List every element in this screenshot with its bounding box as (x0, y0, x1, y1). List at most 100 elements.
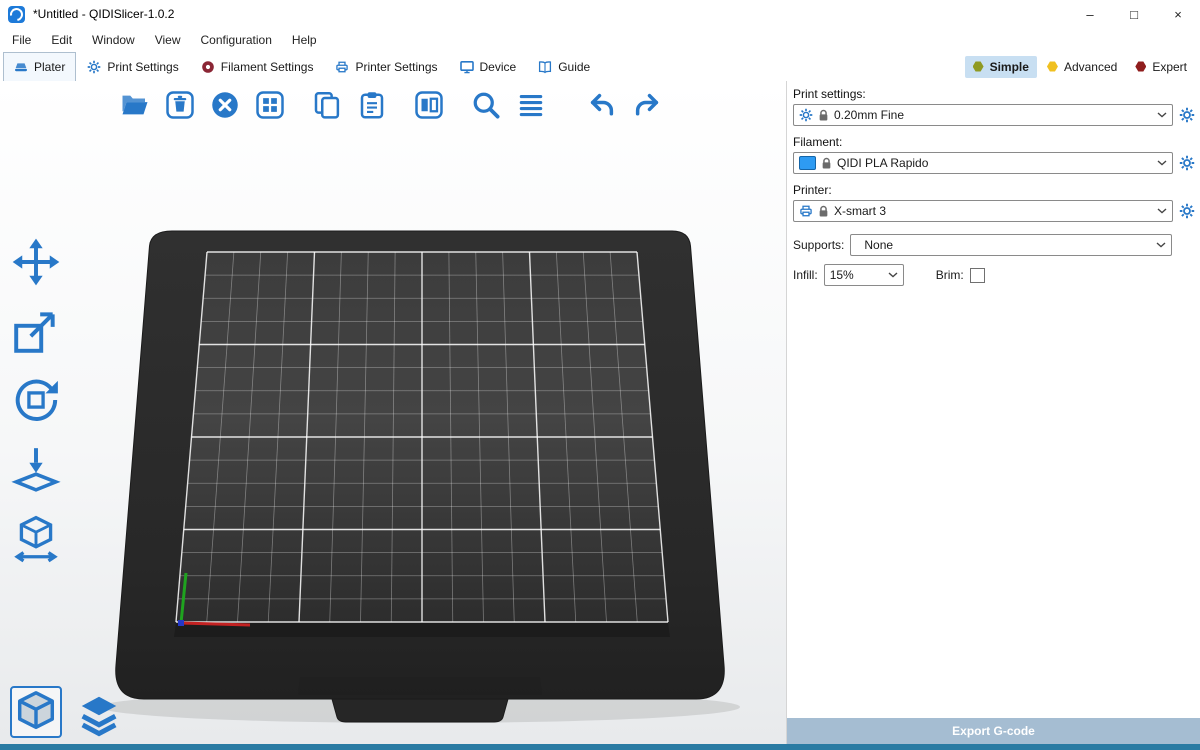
print-settings-gear-icon (87, 60, 101, 74)
tab-guide-label: Guide (558, 60, 590, 74)
mode-simple[interactable]: Simple (965, 56, 1037, 78)
filament-value: QIDI PLA Rapido (837, 156, 928, 170)
tab-filament-settings[interactable]: Filament Settings (190, 52, 325, 81)
tab-device[interactable]: Device (449, 52, 528, 81)
expert-mode-icon (1135, 61, 1146, 72)
variable-layers-icon[interactable] (512, 86, 550, 124)
place-on-face-tool-icon[interactable] (8, 443, 64, 495)
gear-icon (799, 108, 813, 122)
chevron-down-icon (1156, 242, 1166, 248)
rotate-tool-icon[interactable] (8, 374, 64, 426)
3d-view-button[interactable] (10, 686, 62, 738)
plater-icon (14, 60, 28, 74)
infill-label: Infill: (793, 268, 818, 282)
tab-print-settings-label: Print Settings (107, 60, 178, 74)
tab-print-settings[interactable]: Print Settings (76, 52, 189, 81)
cube-icon (13, 689, 59, 735)
printer-icon (799, 204, 813, 218)
tab-printer-settings[interactable]: Printer Settings (324, 52, 448, 81)
mirror-tool-icon[interactable] (8, 512, 64, 564)
settings-panel: Print settings: 0.20mm Fine Filament: QI… (786, 81, 1200, 744)
move-tool-icon[interactable] (8, 236, 64, 288)
preview-layers-button[interactable] (76, 692, 122, 738)
mode-switcher: Simple Advanced Expert (965, 56, 1197, 78)
tab-plater[interactable]: Plater (3, 52, 76, 82)
lock-icon (818, 109, 829, 122)
chevron-down-icon (888, 272, 898, 278)
open-file-icon[interactable] (116, 86, 154, 124)
tab-printer-settings-label: Printer Settings (355, 60, 437, 74)
menu-configuration[interactable]: Configuration (191, 28, 282, 52)
filament-combo[interactable]: QIDI PLA Rapido (793, 152, 1173, 174)
viewport-toolbar (116, 86, 666, 124)
redo-icon[interactable] (628, 86, 666, 124)
chevron-down-icon (1157, 160, 1167, 166)
3d-viewport[interactable] (0, 81, 786, 744)
gear-icon (1179, 155, 1195, 171)
gear-icon (1179, 203, 1195, 219)
undo-icon[interactable] (583, 86, 621, 124)
view-switch (10, 686, 122, 738)
printer-combo[interactable]: X-smart 3 (793, 200, 1173, 222)
mode-expert-label: Expert (1152, 60, 1187, 74)
menu-window[interactable]: Window (82, 28, 145, 52)
brim-checkbox[interactable] (970, 268, 985, 283)
export-gcode-button[interactable]: Export G-code (787, 718, 1200, 744)
tab-bar: Plater Print Settings Filament Settings … (0, 52, 1200, 82)
tab-filament-settings-label: Filament Settings (221, 60, 314, 74)
left-toolbar (8, 236, 64, 564)
brim-label: Brim: (936, 268, 964, 282)
simple-mode-icon (973, 61, 984, 72)
menu-view[interactable]: View (145, 28, 191, 52)
mode-advanced[interactable]: Advanced (1039, 56, 1125, 78)
mode-advanced-label: Advanced (1064, 60, 1117, 74)
printer-value: X-smart 3 (834, 204, 886, 218)
app-logo-icon (8, 6, 25, 23)
print-bed[interactable] (0, 81, 786, 744)
delete-icon[interactable] (161, 86, 199, 124)
qidislicer-window: *Untitled - QIDISlicer-1.0.2 – □ × File … (0, 0, 1200, 750)
window-title: *Untitled - QIDISlicer-1.0.2 (33, 7, 174, 21)
close-button[interactable]: × (1156, 0, 1200, 28)
guide-book-icon (538, 60, 552, 74)
split-objects-icon[interactable] (410, 86, 448, 124)
main-area: Print settings: 0.20mm Fine Filament: QI… (0, 81, 1200, 744)
infill-value: 15% (830, 268, 854, 282)
paste-icon[interactable] (353, 86, 391, 124)
menu-file[interactable]: File (2, 28, 41, 52)
infill-combo[interactable]: 15% (824, 264, 904, 286)
menu-edit[interactable]: Edit (41, 28, 82, 52)
tab-guide[interactable]: Guide (527, 52, 601, 81)
search-icon[interactable] (467, 86, 505, 124)
filament-label: Filament: (793, 135, 1196, 149)
supports-value: None (856, 238, 893, 252)
edit-filament-button[interactable] (1178, 154, 1196, 172)
delete-all-icon[interactable] (206, 86, 244, 124)
chevron-down-icon (1157, 112, 1167, 118)
supports-label: Supports: (793, 238, 844, 252)
lock-icon (818, 205, 829, 218)
layers-icon (76, 692, 122, 738)
print-settings-combo[interactable]: 0.20mm Fine (793, 104, 1173, 126)
print-settings-label: Print settings: (793, 87, 1196, 101)
filament-color-swatch (799, 156, 816, 170)
printer-label: Printer: (793, 183, 1196, 197)
device-monitor-icon (460, 60, 474, 74)
arrange-icon[interactable] (251, 86, 289, 124)
edit-printer-button[interactable] (1178, 202, 1196, 220)
menu-help[interactable]: Help (282, 28, 327, 52)
supports-combo[interactable]: None (850, 234, 1172, 256)
menu-bar: File Edit Window View Configuration Help (0, 28, 1200, 52)
copy-icon[interactable] (308, 86, 346, 124)
advanced-mode-icon (1047, 61, 1058, 72)
printer-settings-icon (335, 60, 349, 74)
scale-tool-icon[interactable] (8, 305, 64, 357)
mode-expert[interactable]: Expert (1127, 56, 1195, 78)
filament-spool-icon (201, 60, 215, 74)
chevron-down-icon (1157, 208, 1167, 214)
minimize-button[interactable]: – (1068, 0, 1112, 28)
lock-icon (821, 157, 832, 170)
maximize-button[interactable]: □ (1112, 0, 1156, 28)
edit-print-settings-button[interactable] (1178, 106, 1196, 124)
mode-simple-label: Simple (990, 60, 1029, 74)
